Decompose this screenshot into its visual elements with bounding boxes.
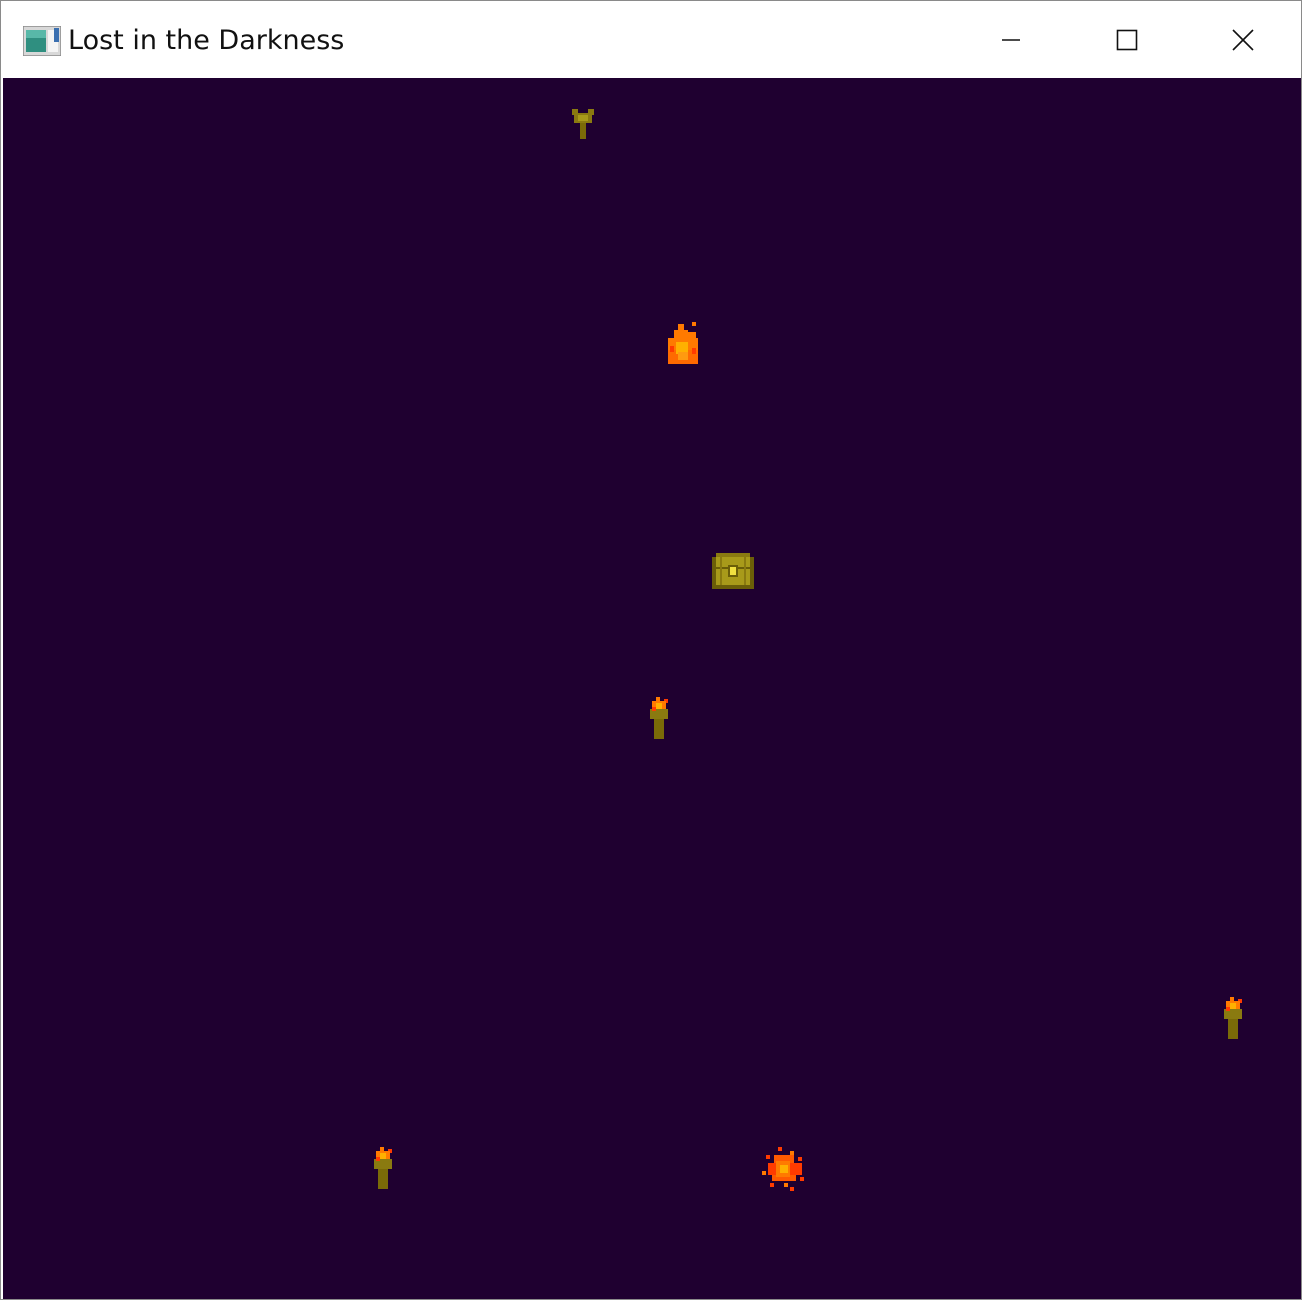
fire-burst-icon	[762, 1147, 806, 1191]
torch-icon[interactable]	[372, 1147, 394, 1189]
torch-icon[interactable]	[648, 697, 670, 739]
minimize-icon	[1001, 30, 1021, 50]
window-title: Lost in the Darkness	[68, 25, 345, 56]
game-window: Lost in the Darkness	[0, 0, 1302, 1300]
maximize-button[interactable]	[1069, 1, 1185, 78]
torch-icon[interactable]	[1222, 997, 1244, 1039]
close-button[interactable]	[1185, 1, 1301, 78]
close-icon	[1232, 28, 1254, 51]
minimize-button[interactable]	[953, 1, 1069, 78]
game-canvas[interactable]	[3, 78, 1301, 1299]
unlit-torch-icon	[572, 109, 594, 139]
maximize-icon	[1116, 29, 1138, 51]
title-bar[interactable]: Lost in the Darkness	[1, 1, 1301, 78]
flame-icon	[666, 322, 700, 364]
app-window-icon	[22, 25, 62, 57]
treasure-chest-icon[interactable]	[712, 553, 754, 589]
